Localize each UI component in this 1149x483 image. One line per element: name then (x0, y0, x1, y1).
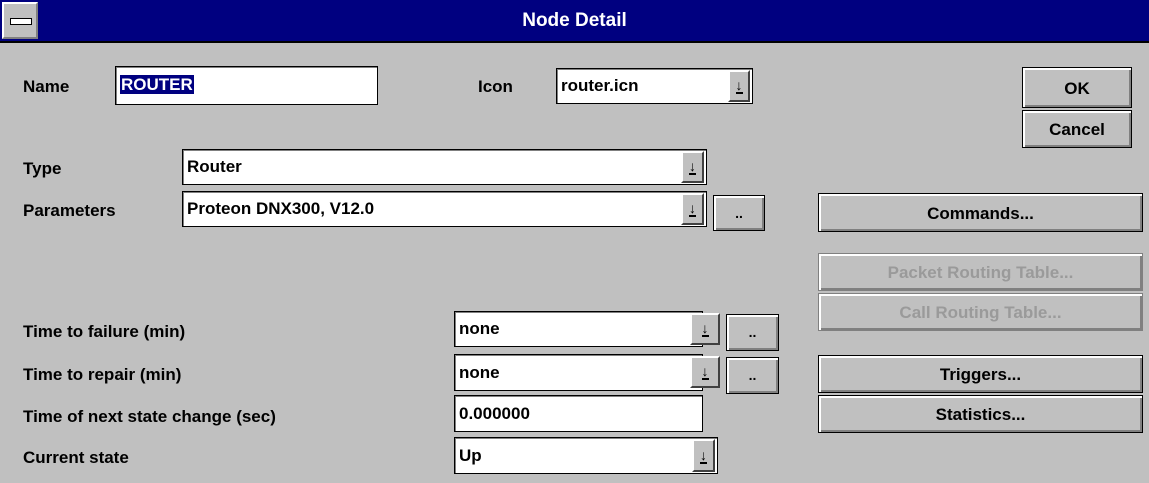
time-to-repair-input[interactable]: none (454, 354, 703, 391)
parameters-label: Parameters (23, 201, 116, 220)
time-to-failure-label: Time to failure (min) (23, 322, 186, 341)
ok-button[interactable]: OK (1022, 67, 1132, 108)
current-state-label: Current state (23, 448, 129, 467)
window-title: Node Detail (522, 10, 627, 31)
dropdown-arrow-icon[interactable]: ↓ (690, 313, 720, 345)
next-state-change-input[interactable]: 0.000000 (454, 395, 703, 432)
dropdown-arrow-icon[interactable]: ↓ (728, 70, 750, 102)
time-to-repair-label: Time to repair (min) (23, 365, 182, 384)
parameters-value: Proteon DNX300, V12.0 (187, 199, 375, 218)
name-value: ROUTER (120, 75, 194, 94)
commands-button[interactable]: Commands... (818, 193, 1143, 232)
time-to-failure-input[interactable]: none (454, 311, 703, 347)
dropdown-arrow-icon[interactable]: ↓ (681, 193, 704, 225)
statistics-button[interactable]: Statistics... (818, 395, 1143, 433)
parameters-more-button[interactable]: .. (713, 195, 765, 231)
parameters-select[interactable]: Proteon DNX300, V12.0 (182, 191, 707, 227)
dropdown-arrow-icon[interactable]: ↓ (690, 356, 720, 388)
icon-label: Icon (478, 77, 513, 96)
system-menu-icon[interactable] (2, 2, 38, 39)
next-state-change-value: 0.000000 (459, 404, 530, 423)
next-state-change-label: Time of next state change (sec) (23, 407, 276, 426)
triggers-button[interactable]: Triggers... (818, 355, 1143, 393)
time-to-repair-more-button[interactable]: .. (726, 357, 779, 394)
name-label: Name (23, 77, 70, 96)
type-select[interactable]: Router (182, 149, 707, 185)
call-routing-table-button[interactable]: Call Routing Table... (818, 293, 1143, 331)
dropdown-arrow-icon[interactable]: ↓ (681, 151, 704, 183)
packet-routing-table-button[interactable]: Packet Routing Table... (818, 253, 1143, 291)
icon-select[interactable]: router.icn (556, 68, 753, 104)
title-bar: Node Detail (0, 0, 1149, 43)
time-to-repair-value: none (459, 363, 500, 382)
name-input[interactable]: ROUTER (115, 66, 378, 105)
type-label: Type (23, 159, 62, 178)
type-value: Router (187, 157, 242, 176)
time-to-failure-more-button[interactable]: .. (726, 314, 779, 351)
current-state-select[interactable]: Up (454, 437, 718, 474)
cancel-button[interactable]: Cancel (1022, 110, 1132, 148)
icon-value: router.icn (561, 76, 639, 95)
dropdown-arrow-icon[interactable]: ↓ (692, 439, 715, 472)
time-to-failure-value: none (459, 319, 500, 338)
current-state-value: Up (459, 446, 482, 465)
